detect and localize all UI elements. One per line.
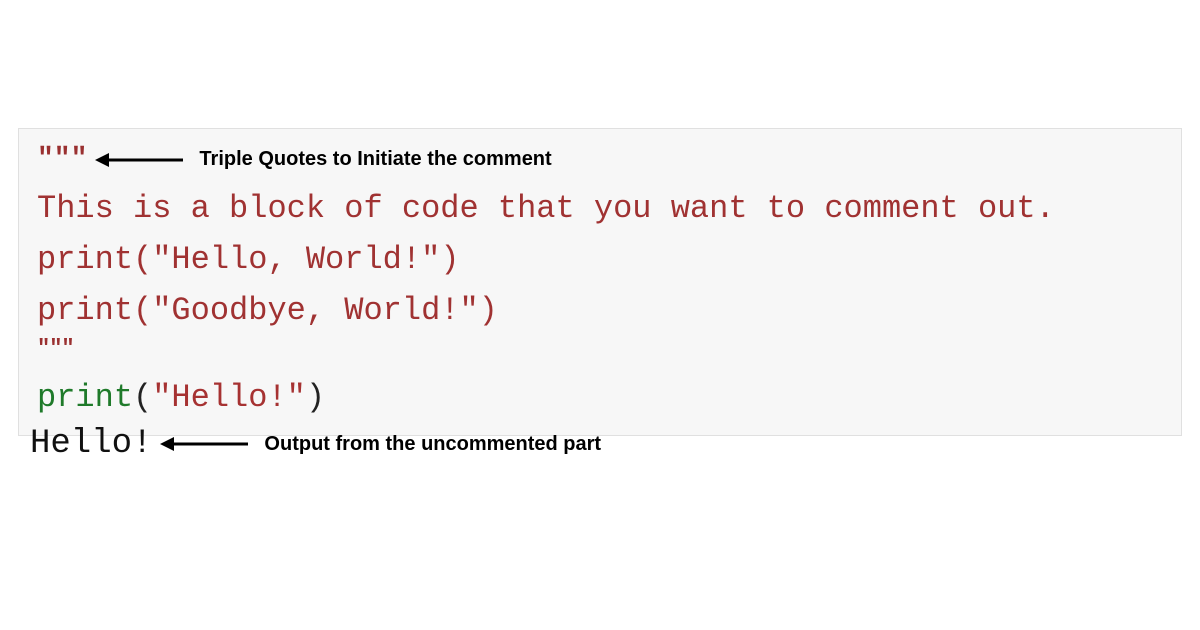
open-paren: ( (133, 379, 152, 416)
triple-quote-annotation: Triple Quotes to Initiate the comment (199, 146, 551, 173)
output-text: Hello! (30, 425, 152, 463)
code-block: """ Triple Quotes to Initiate the commen… (18, 128, 1182, 436)
comment-paren-open: ( (133, 292, 152, 329)
close-paren: ) (306, 379, 325, 416)
comment-string: "Goodbye, World!" (152, 292, 478, 329)
string-literal: "Hello!" (152, 379, 306, 416)
output-annotation: Output from the uncommented part (264, 433, 601, 456)
comment-ident: print (37, 292, 133, 329)
closing-triple-quote: """ (37, 334, 1163, 364)
output-row: Hello! Output from the uncommented part (30, 425, 601, 463)
comment-line-3: print("Goodbye, World!") (37, 289, 1163, 332)
print-identifier: print (37, 379, 133, 416)
arrow-left-icon (95, 150, 185, 170)
comment-string: "Hello, World!" (152, 241, 440, 278)
comment-ident: print (37, 241, 133, 278)
comment-paren-close: ) (479, 292, 498, 329)
arrow-left-icon (160, 434, 250, 454)
comment-paren-open: ( (133, 241, 152, 278)
opening-triple-quote-row: """ Triple Quotes to Initiate the commen… (37, 141, 1163, 179)
active-code-line: print("Hello!") (37, 376, 1163, 419)
opening-triple-quote: """ (37, 141, 87, 179)
comment-line-2: print("Hello, World!") (37, 238, 1163, 281)
comment-line-1: This is a block of code that you want to… (37, 187, 1163, 230)
comment-paren-close: ) (440, 241, 459, 278)
